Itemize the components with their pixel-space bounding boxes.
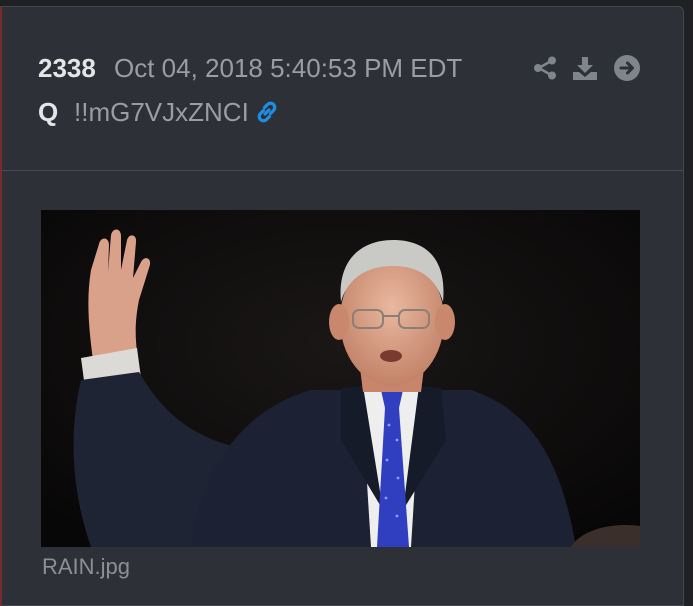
share-icon[interactable] (531, 54, 559, 82)
post-tripcode: !!mG7VJxZNCI (74, 97, 249, 127)
attachment-filename[interactable]: RAIN.jpg (42, 554, 130, 580)
post-card: 2338 Oct 04, 2018 5:40:53 PM EDT Q !!mG7… (0, 6, 684, 606)
link-icon[interactable] (252, 97, 282, 127)
download-icon[interactable] (571, 54, 599, 82)
post-author: Q (38, 97, 59, 127)
arrow-circle-right-icon[interactable] (613, 54, 641, 82)
attachment-image[interactable] (41, 210, 640, 547)
post-header: 2338 Oct 04, 2018 5:40:53 PM EDT Q !!mG7… (2, 7, 683, 171)
post-timestamp: Oct 04, 2018 5:40:53 PM EDT (114, 53, 463, 83)
post-number: 2338 (38, 53, 96, 83)
photo-man-raising-hand (41, 210, 640, 547)
